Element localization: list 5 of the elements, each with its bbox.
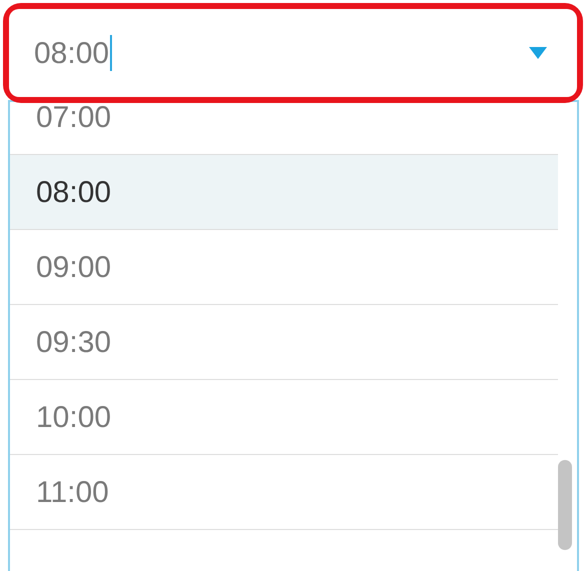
field-value: 08:00 bbox=[34, 36, 110, 72]
scrollbar-thumb[interactable] bbox=[558, 460, 572, 550]
dropdown-arrow-icon[interactable] bbox=[529, 47, 547, 59]
time-option[interactable]: 08:00 bbox=[10, 155, 558, 230]
time-input-field[interactable]: 08:00 bbox=[9, 9, 577, 97]
